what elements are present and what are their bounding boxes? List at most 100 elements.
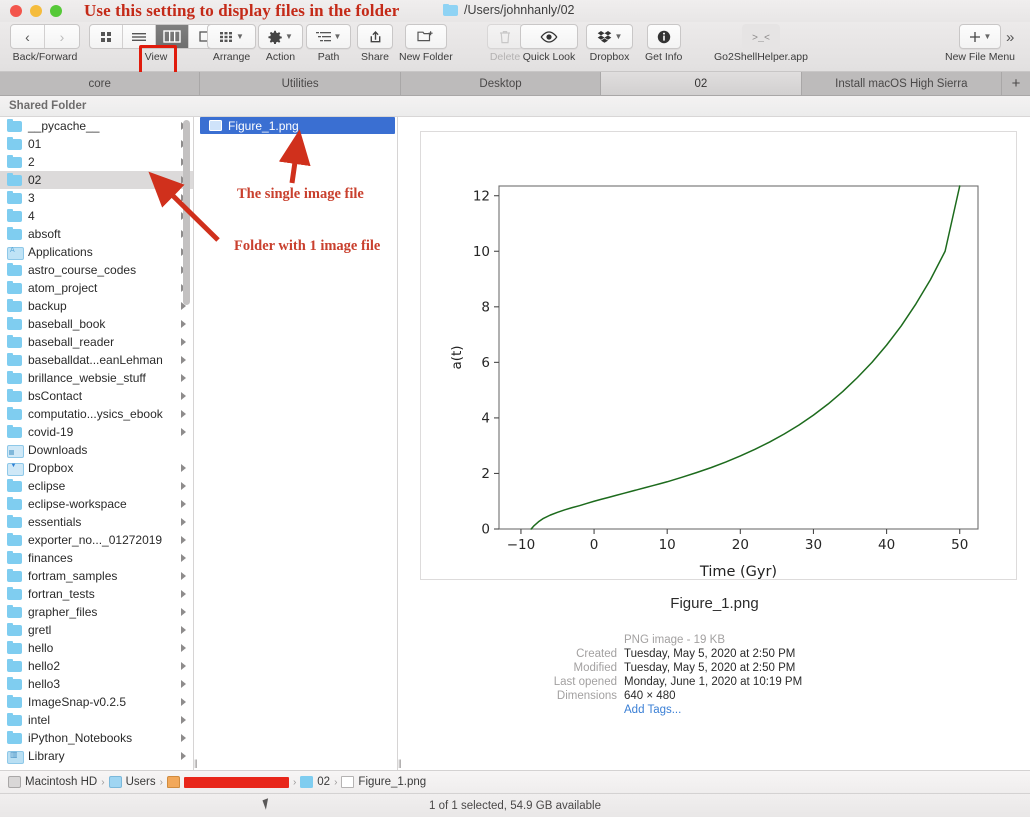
sidebar-item-3[interactable]: 3 xyxy=(0,189,193,207)
chevron-right-icon[interactable] xyxy=(181,662,186,670)
chevron-right-icon[interactable] xyxy=(181,572,186,580)
sidebar-item-library[interactable]: Library xyxy=(0,747,193,765)
sidebar-item-grapher-files[interactable]: grapher_files xyxy=(0,603,193,621)
chevron-right-icon[interactable] xyxy=(181,374,186,382)
add-tags-link[interactable]: Add Tags... xyxy=(624,704,681,716)
sidebar-item-downloads[interactable]: Downloads xyxy=(0,441,193,459)
sidebar-item-fortran-tests[interactable]: fortran_tests xyxy=(0,585,193,603)
chevron-right-icon[interactable] xyxy=(181,482,186,490)
tab-core[interactable]: core xyxy=(0,72,201,95)
chevron-right-icon[interactable] xyxy=(181,356,186,364)
chevron-right-icon[interactable] xyxy=(181,554,186,562)
tab-02[interactable]: 02 xyxy=(601,72,802,95)
sidebar-item-bscontact[interactable]: bsContact xyxy=(0,387,193,405)
chevron-right-icon[interactable] xyxy=(181,590,186,598)
chevron-right-icon[interactable] xyxy=(181,428,186,436)
list-view-icon[interactable] xyxy=(123,25,156,48)
sidebar-item-dropbox[interactable]: Dropbox xyxy=(0,459,193,477)
zoom-button[interactable] xyxy=(50,5,62,17)
sidebar-item-finances[interactable]: finances xyxy=(0,549,193,567)
go2shell-button[interactable]: >_< xyxy=(741,24,780,49)
action-button[interactable]: ▼ xyxy=(258,24,303,49)
sidebar-item-computatio-ysics-ebook[interactable]: computatio...ysics_ebook xyxy=(0,405,193,423)
breadcrumb-item-macintosh-hd[interactable]: Macintosh HD xyxy=(8,776,97,788)
breadcrumb-item-users[interactable]: Users xyxy=(108,776,156,788)
breadcrumb-item-figure-1-png[interactable]: Figure_1.png xyxy=(341,776,426,788)
chevron-right-icon[interactable] xyxy=(181,536,186,544)
new-file-menu-button[interactable]: ▼ xyxy=(959,24,1002,49)
new-folder-button[interactable] xyxy=(404,24,447,49)
dropbox-button[interactable]: ▼ xyxy=(586,24,633,49)
tab-utilities[interactable]: Utilities xyxy=(200,72,401,95)
toolbar-overflow[interactable]: » xyxy=(1006,29,1014,46)
chevron-right-icon[interactable] xyxy=(181,626,186,634)
column-resize-handle[interactable]: || xyxy=(194,758,198,768)
breadcrumb-item-02[interactable]: 02 xyxy=(300,776,330,788)
arrange-button[interactable]: ▼ xyxy=(207,24,256,49)
forward-button[interactable]: › xyxy=(45,25,79,48)
sidebar-item-hello2[interactable]: hello2 xyxy=(0,657,193,675)
sidebar-item-absoft[interactable]: absoft xyxy=(0,225,193,243)
sidebar-item-exporter-no-01272019[interactable]: exporter_no..._01272019 xyxy=(0,531,193,549)
chevron-right-icon[interactable] xyxy=(181,698,186,706)
close-button[interactable] xyxy=(10,5,22,17)
get-info-button[interactable] xyxy=(646,24,681,49)
sidebar-item-intel[interactable]: intel xyxy=(0,711,193,729)
sidebar-item-baseballdat-eanlehman[interactable]: baseballdat...eanLehman xyxy=(0,351,193,369)
back-button[interactable]: ‹ xyxy=(11,25,45,48)
folder-column[interactable]: __pycache__ 01 2 02 3 4 absoft Applications astr… xyxy=(0,117,194,770)
chevron-right-icon[interactable] xyxy=(181,608,186,616)
sidebar-item-astro-course-codes[interactable]: astro_course_codes xyxy=(0,261,193,279)
breadcrumb: Macintosh HD › Users › › 02 › Figure_1.p… xyxy=(0,770,1030,794)
sidebar-item-brillance-websie-stuff[interactable]: brillance_websie_stuff xyxy=(0,369,193,387)
chevron-right-icon[interactable] xyxy=(181,518,186,526)
chevron-right-icon[interactable] xyxy=(181,716,186,724)
sidebar-item-eclipse[interactable]: eclipse xyxy=(0,477,193,495)
chevron-right-icon[interactable] xyxy=(181,752,186,760)
sidebar-item-baseball-reader[interactable]: baseball_reader xyxy=(0,333,193,351)
minimize-button[interactable] xyxy=(30,5,42,17)
breadcrumb-item-home-redacted[interactable] xyxy=(166,776,289,788)
sidebar-item-02[interactable]: 02 xyxy=(0,171,193,189)
sidebar-item-backup[interactable]: backup xyxy=(0,297,193,315)
chevron-right-icon[interactable] xyxy=(181,410,186,418)
add-tab-button[interactable]: + xyxy=(1002,72,1030,95)
tab-install-macos-high-sierra[interactable]: Install macOS High Sierra xyxy=(801,72,1003,95)
sidebar-item-4[interactable]: 4 xyxy=(0,207,193,225)
quick-look-button[interactable] xyxy=(520,24,578,49)
chevron-right-icon[interactable] xyxy=(181,500,186,508)
chevron-right-icon[interactable] xyxy=(181,392,186,400)
column-view-icon[interactable] xyxy=(156,25,189,48)
chevron-right-icon[interactable] xyxy=(181,338,186,346)
chevron-right-icon[interactable] xyxy=(181,464,186,472)
sidebar-item-01[interactable]: 01 xyxy=(0,135,193,153)
chevron-double-right-icon[interactable]: » xyxy=(1006,29,1014,46)
path-button[interactable]: ▼ xyxy=(306,24,351,49)
sidebar-item-2[interactable]: 2 xyxy=(0,153,193,171)
sidebar-item-atom-project[interactable]: atom_project xyxy=(0,279,193,297)
chevron-right-icon[interactable] xyxy=(181,320,186,328)
sidebar-item-ipython-notebooks[interactable]: iPython_Notebooks xyxy=(0,729,193,747)
chevron-right-icon[interactable] xyxy=(181,734,186,742)
sidebar-item-baseball-book[interactable]: baseball_book xyxy=(0,315,193,333)
tab-desktop[interactable]: Desktop xyxy=(400,72,602,95)
sidebar-item-hello[interactable]: hello xyxy=(0,639,193,657)
icon-view-icon[interactable] xyxy=(90,25,123,48)
sidebar-item-gretl[interactable]: gretl xyxy=(0,621,193,639)
sidebar-item-pycache[interactable]: __pycache__ xyxy=(0,117,193,135)
column-resize-handle[interactable]: || xyxy=(398,758,402,768)
sidebar-item-covid-19[interactable]: covid-19 xyxy=(0,423,193,441)
sidebar-item-essentials[interactable]: essentials xyxy=(0,513,193,531)
sidebar-item-fortram-samples[interactable]: fortram_samples xyxy=(0,567,193,585)
list-item[interactable]: Figure_1.png xyxy=(200,117,395,134)
sidebar-item-hello3[interactable]: hello3 xyxy=(0,675,193,693)
sidebar-item-eclipse-workspace[interactable]: eclipse-workspace xyxy=(0,495,193,513)
share-button[interactable] xyxy=(357,24,393,49)
sidebar-item-applications[interactable]: Applications xyxy=(0,243,193,261)
chevron-right-icon[interactable] xyxy=(181,644,186,652)
view-segmented-control[interactable] xyxy=(89,24,223,49)
folder-column-scrollbar[interactable] xyxy=(183,120,190,305)
chevron-right-icon[interactable] xyxy=(181,680,186,688)
sidebar-item-imagesnap-v0-2-5[interactable]: ImageSnap-v0.2.5 xyxy=(0,693,193,711)
file-column[interactable]: Figure_1.png xyxy=(195,117,398,770)
